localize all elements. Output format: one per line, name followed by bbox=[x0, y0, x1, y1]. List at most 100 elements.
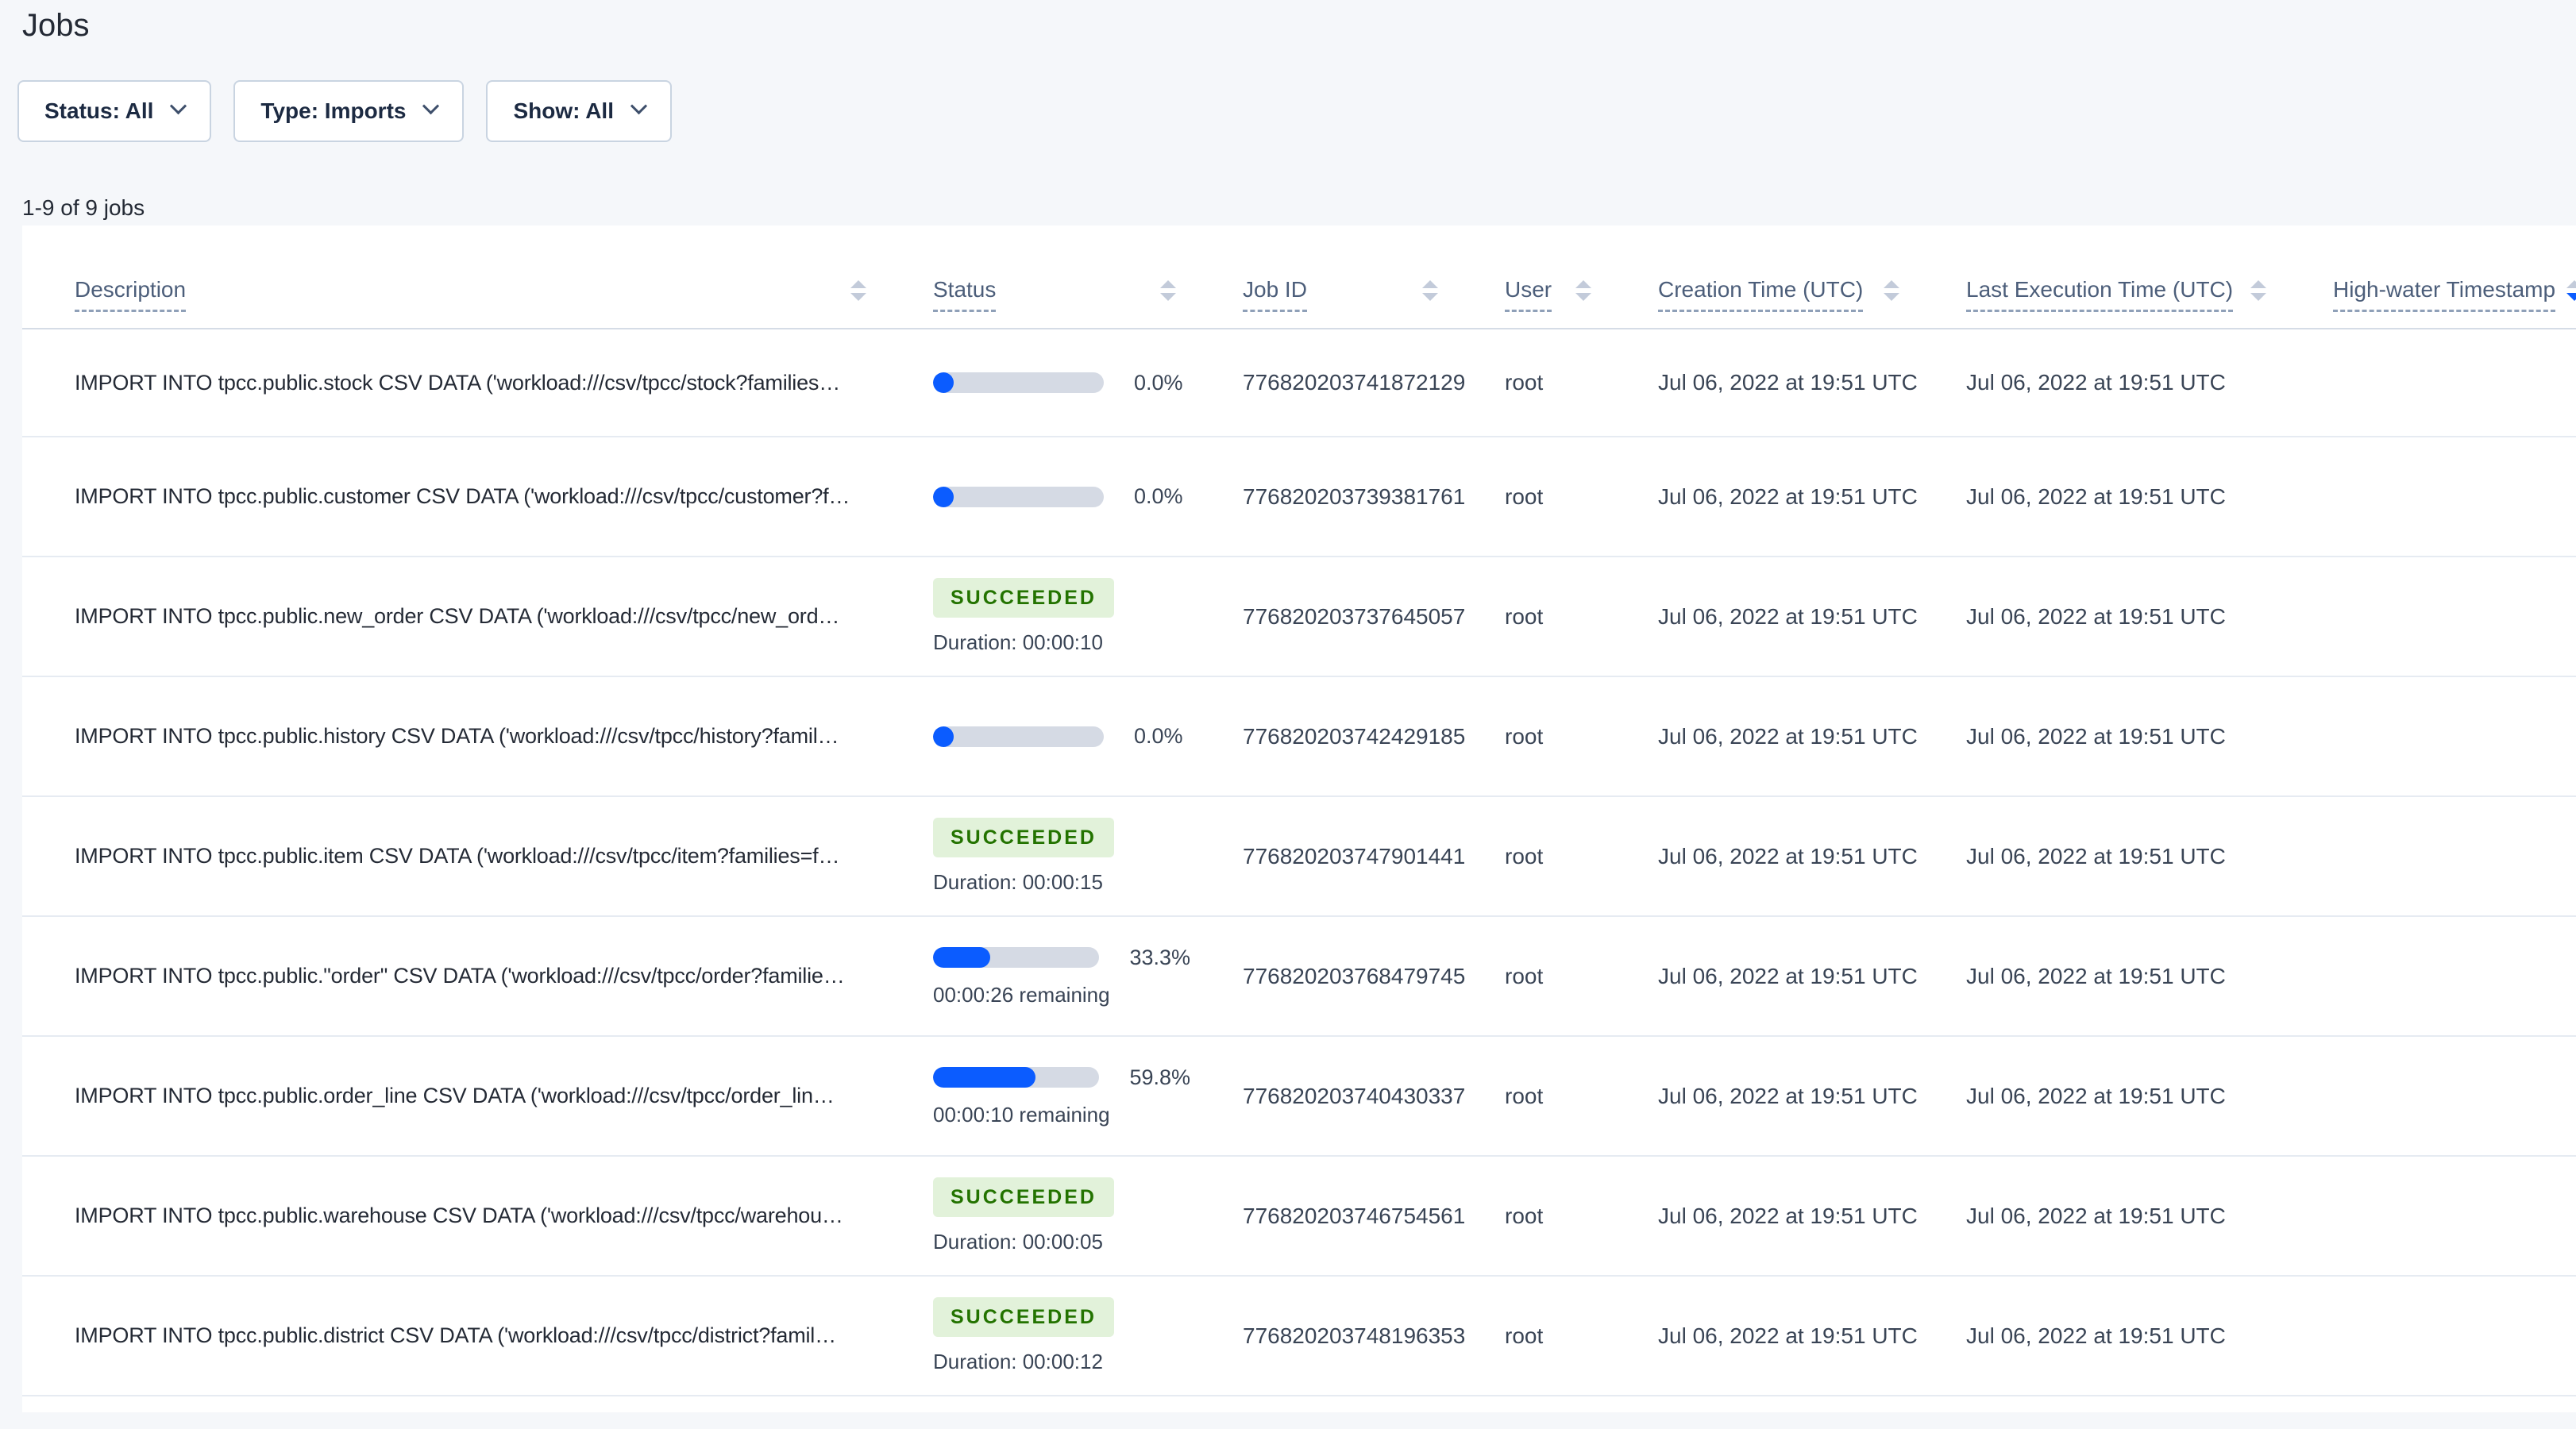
user-cell: root bbox=[1505, 963, 1544, 988]
status-filter-label: Status: All bbox=[44, 98, 154, 123]
user-cell: root bbox=[1505, 603, 1544, 629]
job-description-link[interactable]: IMPORT INTO tpcc.public.customer CSV DAT… bbox=[22, 484, 881, 509]
status-cell: 59.8% 00:00:10 remaining bbox=[881, 1065, 1190, 1127]
status-cell: 33.3% 00:00:26 remaining bbox=[881, 946, 1190, 1007]
job-duration: Duration: 00:00:12 bbox=[933, 1350, 1103, 1373]
chevron-down-icon bbox=[422, 97, 440, 114]
status-cell: SUCCEEDED Duration: 00:00:05 bbox=[881, 1177, 1190, 1254]
status-succeeded: SUCCEEDED Duration: 00:00:15 bbox=[933, 818, 1190, 895]
progress-percent: 33.3% bbox=[1129, 945, 1190, 969]
results-count: 1-9 of 9 jobs bbox=[22, 195, 145, 220]
creation-time-cell: Jul 06, 2022 at 19:51 UTC bbox=[1658, 723, 1918, 749]
progress-bar bbox=[933, 372, 1104, 393]
job-description-link[interactable]: IMPORT INTO tpcc.public.new_order CSV DA… bbox=[22, 604, 881, 629]
time-remaining: 00:00:10 remaining bbox=[933, 1102, 1110, 1127]
last-execution-time-cell: Jul 06, 2022 at 19:51 UTC bbox=[1966, 603, 2226, 629]
column-header-last-execution-time[interactable]: Last Execution Time (UTC) bbox=[1914, 277, 2281, 328]
column-header-creation-time[interactable]: Creation Time (UTC) bbox=[1606, 277, 1914, 328]
status-progress: 0.0% bbox=[933, 484, 1190, 509]
job-duration: Duration: 00:00:15 bbox=[933, 870, 1103, 894]
creation-time-cell: Jul 06, 2022 at 19:51 UTC bbox=[1658, 1203, 1918, 1228]
job-id-cell: 776820203742429185 bbox=[1243, 723, 1466, 749]
creation-time-cell: Jul 06, 2022 at 19:51 UTC bbox=[1658, 843, 1918, 869]
job-description-link[interactable]: IMPORT INTO tpcc.public.order_line CSV D… bbox=[22, 1084, 881, 1108]
status-progress: 59.8% 00:00:10 remaining bbox=[933, 1065, 1190, 1127]
sort-arrows-icon bbox=[1160, 280, 1176, 301]
job-duration: Duration: 00:00:10 bbox=[933, 630, 1103, 654]
table-row: IMPORT INTO tpcc.public.order_line CSV D… bbox=[22, 1037, 2576, 1157]
table-row: IMPORT INTO tpcc.public.item CSV DATA ('… bbox=[22, 797, 2576, 917]
job-description-link[interactable]: IMPORT INTO tpcc.public.district CSV DAT… bbox=[22, 1323, 881, 1348]
last-execution-time-cell: Jul 06, 2022 at 19:51 UTC bbox=[1966, 1083, 2226, 1108]
status-badge: SUCCEEDED bbox=[933, 1297, 1114, 1337]
user-cell: root bbox=[1505, 843, 1544, 869]
last-execution-time-cell: Jul 06, 2022 at 19:51 UTC bbox=[1966, 1323, 2226, 1348]
status-progress: 0.0% bbox=[933, 724, 1190, 749]
status-cell: 0.0% bbox=[881, 371, 1190, 395]
creation-time-cell: Jul 06, 2022 at 19:51 UTC bbox=[1658, 370, 1918, 395]
table-row: IMPORT INTO tpcc.public.customer CSV DAT… bbox=[22, 437, 2576, 557]
jobs-page: { "page": { "title": "Jobs", "results_co… bbox=[0, 6, 2576, 1429]
job-description-link[interactable]: IMPORT INTO tpcc.public."order" CSV DATA… bbox=[22, 964, 881, 988]
user-cell: root bbox=[1505, 1203, 1544, 1228]
job-description-link[interactable]: IMPORT INTO tpcc.public.history CSV DATA… bbox=[22, 724, 881, 749]
job-description-link[interactable]: IMPORT INTO tpcc.public.warehouse CSV DA… bbox=[22, 1204, 881, 1228]
time-remaining: 00:00:26 remaining bbox=[933, 982, 1110, 1007]
user-cell: root bbox=[1505, 1083, 1544, 1108]
status-succeeded: SUCCEEDED Duration: 00:00:10 bbox=[933, 578, 1190, 655]
progress-bar bbox=[933, 1067, 1100, 1088]
last-execution-time-cell: Jul 06, 2022 at 19:51 UTC bbox=[1966, 370, 2226, 395]
job-description-link[interactable]: IMPORT INTO tpcc.public.item CSV DATA ('… bbox=[22, 844, 881, 869]
column-header-description[interactable]: Description bbox=[22, 277, 881, 328]
table-row: IMPORT INTO tpcc.public.new_order CSV DA… bbox=[22, 557, 2576, 677]
jobs-table-container: Description Status Job ID User Creation … bbox=[22, 225, 2576, 1412]
status-badge: SUCCEEDED bbox=[933, 578, 1114, 618]
table-row: IMPORT INTO tpcc.public.history CSV DATA… bbox=[22, 677, 2576, 797]
status-cell: 0.0% bbox=[881, 484, 1190, 509]
column-header-job-id[interactable]: Job ID bbox=[1190, 277, 1452, 328]
job-id-cell: 776820203768479745 bbox=[1243, 963, 1466, 988]
job-duration: Duration: 00:00:05 bbox=[933, 1230, 1103, 1254]
show-filter-dropdown[interactable]: Show: All bbox=[486, 80, 672, 142]
column-header-user[interactable]: User bbox=[1452, 277, 1606, 328]
creation-time-cell: Jul 06, 2022 at 19:51 UTC bbox=[1658, 483, 1918, 509]
sort-arrows-icon bbox=[2250, 280, 2266, 301]
sort-arrows-icon bbox=[1884, 280, 1899, 301]
job-description-link[interactable]: IMPORT INTO tpcc.public.stock CSV DATA (… bbox=[22, 371, 881, 395]
job-id-cell: 776820203747901441 bbox=[1243, 843, 1466, 869]
progress-bar bbox=[933, 726, 1104, 747]
jobs-table: Description Status Job ID User Creation … bbox=[22, 225, 2576, 1396]
status-progress: 0.0% bbox=[933, 371, 1190, 395]
status-succeeded: SUCCEEDED Duration: 00:00:12 bbox=[933, 1297, 1190, 1374]
progress-bar-fill bbox=[933, 726, 954, 747]
progress-percent: 0.0% bbox=[1134, 370, 1183, 395]
status-filter-dropdown[interactable]: Status: All bbox=[17, 80, 212, 142]
table-row: IMPORT INTO tpcc.public.stock CSV DATA (… bbox=[22, 329, 2576, 437]
progress-bar bbox=[933, 486, 1104, 507]
user-cell: root bbox=[1505, 370, 1544, 395]
creation-time-cell: Jul 06, 2022 at 19:51 UTC bbox=[1658, 1083, 1918, 1108]
creation-time-cell: Jul 06, 2022 at 19:51 UTC bbox=[1658, 603, 1918, 629]
last-execution-time-cell: Jul 06, 2022 at 19:51 UTC bbox=[1966, 1203, 2226, 1228]
progress-percent: 59.8% bbox=[1129, 1065, 1190, 1089]
job-id-cell: 776820203748196353 bbox=[1243, 1323, 1466, 1348]
filter-bar: Status: All Type: Imports Show: All bbox=[17, 80, 2576, 142]
table-body: IMPORT INTO tpcc.public.stock CSV DATA (… bbox=[22, 329, 2576, 1396]
sort-arrows-icon bbox=[1575, 280, 1591, 301]
table-row: IMPORT INTO tpcc.public.warehouse CSV DA… bbox=[22, 1157, 2576, 1277]
status-cell: SUCCEEDED Duration: 00:00:15 bbox=[881, 818, 1190, 895]
type-filter-dropdown[interactable]: Type: Imports bbox=[233, 80, 465, 142]
status-badge: SUCCEEDED bbox=[933, 818, 1114, 857]
type-filter-label: Type: Imports bbox=[260, 98, 407, 123]
page-title: Jobs bbox=[22, 8, 90, 43]
user-cell: root bbox=[1505, 1323, 1544, 1348]
sort-arrows-desc-active-icon bbox=[2566, 280, 2576, 301]
creation-time-cell: Jul 06, 2022 at 19:51 UTC bbox=[1658, 1323, 1918, 1348]
column-header-status[interactable]: Status bbox=[881, 277, 1190, 328]
status-succeeded: SUCCEEDED Duration: 00:00:05 bbox=[933, 1177, 1190, 1254]
job-id-cell: 776820203737645057 bbox=[1243, 603, 1466, 629]
column-header-high-water-timestamp[interactable]: High-water Timestamp bbox=[2281, 277, 2576, 328]
status-cell: 0.0% bbox=[881, 724, 1190, 749]
status-cell: SUCCEEDED Duration: 00:00:10 bbox=[881, 578, 1190, 655]
last-execution-time-cell: Jul 06, 2022 at 19:51 UTC bbox=[1966, 723, 2226, 749]
